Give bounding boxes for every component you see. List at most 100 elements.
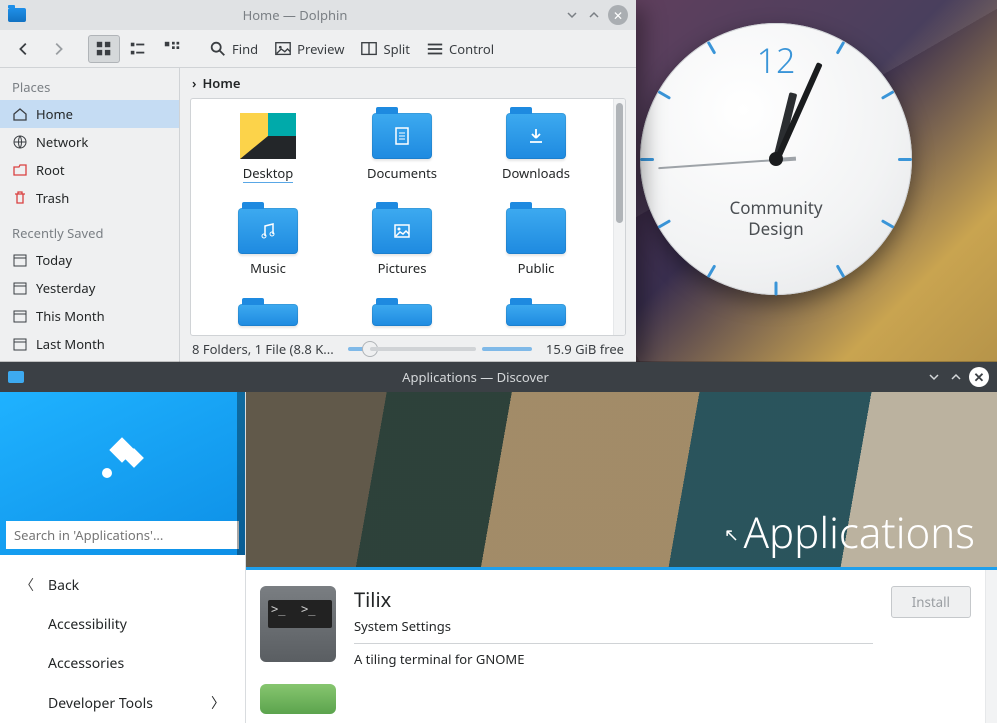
file-pictures[interactable]: Pictures: [335, 208, 469, 302]
maximize-button[interactable]: [947, 368, 965, 386]
zoom-slider[interactable]: [348, 346, 532, 352]
sidebar-item-home[interactable]: Home: [0, 100, 179, 128]
maximize-button[interactable]: [586, 7, 602, 23]
folder-icon: [238, 208, 298, 254]
clock-caption-line: Design: [640, 218, 912, 239]
discover-banner: [0, 392, 245, 555]
file-label: Public: [518, 259, 555, 277]
clock-second-hand: [658, 159, 776, 169]
scrollbar[interactable]: [985, 570, 997, 723]
clock-tick: [707, 264, 717, 278]
category-accessories[interactable]: Accessories: [0, 644, 245, 683]
desktop-icon: [240, 113, 296, 159]
folder-icon: [506, 113, 566, 159]
split-label: Split: [383, 40, 410, 58]
file-documents[interactable]: Documents: [335, 113, 469, 207]
slider-track: [370, 347, 476, 351]
folder-icon: [506, 208, 566, 254]
clock-tick: [881, 90, 895, 100]
chevron-right-icon: 〉: [211, 693, 225, 713]
file-partial[interactable]: [201, 304, 335, 334]
status-text: 8 Folders, 1 File (8.8 K...: [192, 340, 334, 358]
sidebar-label: Root: [36, 161, 65, 179]
folder-icon: [372, 304, 432, 326]
details-view-button[interactable]: [156, 35, 188, 63]
discover-titlebar[interactable]: Applications — Discover ✕: [0, 362, 997, 392]
file-downloads[interactable]: Downloads: [469, 113, 603, 207]
sidebar-item-trash[interactable]: Trash: [0, 184, 179, 212]
sidebar-label: Today: [36, 251, 72, 269]
clock-twelve-label: 12: [757, 37, 796, 83]
search-input[interactable]: [6, 521, 239, 549]
clock-hub: [769, 152, 783, 166]
folder-icon: [506, 304, 566, 326]
find-button[interactable]: Find: [202, 35, 265, 63]
sidebar-item-network[interactable]: Network: [0, 128, 179, 156]
category-accessibility[interactable]: Accessibility: [0, 605, 245, 644]
close-button[interactable]: ✕: [608, 5, 628, 25]
dolphin-toolbar: Find Preview Split Control: [0, 30, 636, 68]
chevron-left-icon: 〈: [20, 575, 34, 595]
folder-icon: [238, 304, 298, 326]
find-label: Find: [232, 40, 258, 58]
sidebar-label: Network: [36, 133, 88, 151]
file-desktop[interactable]: Desktop: [201, 113, 335, 207]
tilix-icon: [260, 586, 336, 662]
dolphin-titlebar[interactable]: Home — Dolphin ✕: [0, 0, 636, 30]
split-button[interactable]: Split: [353, 35, 417, 63]
clock-tick: [898, 158, 912, 161]
file-partial[interactable]: [469, 304, 603, 334]
analog-clock-widget: 12 Community Design: [640, 23, 912, 295]
clock-tick: [836, 264, 846, 278]
file-label: Pictures: [378, 259, 427, 277]
preview-button[interactable]: Preview: [267, 35, 351, 63]
discover-logo-icon: [87, 421, 159, 493]
file-label: Documents: [367, 164, 437, 182]
compact-view-button[interactable]: [122, 35, 154, 63]
breadcrumb[interactable]: › Home: [180, 68, 636, 98]
chevron-right-icon: ›: [192, 74, 196, 92]
control-button[interactable]: Control: [419, 35, 501, 63]
back-button[interactable]: 〈Back: [0, 565, 245, 605]
app-description: A tiling terminal for GNOME: [354, 650, 873, 668]
file-public[interactable]: Public: [469, 208, 603, 302]
folder-icon: [372, 208, 432, 254]
dolphin-sidebar: Places Home Network Root Trash Recently …: [0, 68, 180, 362]
status-bar: 8 Folders, 1 File (8.8 K... 15.9 GiB fre…: [180, 336, 636, 362]
app-row-partial[interactable]: [260, 684, 971, 714]
sidebar-item-yesterday[interactable]: Yesterday: [0, 274, 179, 302]
sidebar-item-thismonth[interactable]: This Month: [0, 302, 179, 330]
clock-tick: [640, 158, 654, 161]
file-partial[interactable]: [335, 304, 469, 334]
window-title: Home — Dolphin: [32, 6, 558, 24]
recent-heading: Recently Saved: [0, 218, 179, 246]
clock-caption-line: Community: [640, 197, 912, 218]
file-music[interactable]: Music: [201, 208, 335, 302]
file-label: Music: [250, 259, 286, 277]
control-label: Control: [449, 40, 494, 58]
category-developer-tools[interactable]: Developer Tools〉: [0, 683, 245, 723]
app-subtitle: System Settings: [354, 617, 873, 644]
scrollbar[interactable]: [237, 392, 245, 555]
minimize-button[interactable]: [564, 7, 580, 23]
close-button[interactable]: ✕: [969, 367, 989, 387]
clock-caption: Community Design: [640, 197, 912, 240]
sidebar-item-root[interactable]: Root: [0, 156, 179, 184]
status-free-space: 15.9 GiB free: [546, 340, 624, 358]
minimize-button[interactable]: [925, 368, 943, 386]
icons-view-button[interactable]: [88, 35, 120, 63]
sidebar-label: Trash: [36, 189, 69, 207]
forward-button[interactable]: [42, 35, 74, 63]
scrollbar[interactable]: [613, 99, 625, 335]
file-label: Downloads: [502, 164, 570, 182]
app-row-tilix[interactable]: Tilix System Settings A tiling terminal …: [260, 586, 971, 668]
app-icon: [260, 684, 336, 714]
window-title: Applications — Discover: [30, 368, 921, 386]
install-button[interactable]: Install: [891, 586, 971, 618]
sidebar-item-today[interactable]: Today: [0, 246, 179, 274]
sidebar-label: This Month: [36, 307, 105, 325]
sidebar-item-lastmonth[interactable]: Last Month: [0, 330, 179, 358]
back-button[interactable]: [8, 35, 40, 63]
hero-banner: ↖ Applications: [246, 392, 997, 570]
app-name: Tilix: [354, 586, 873, 613]
